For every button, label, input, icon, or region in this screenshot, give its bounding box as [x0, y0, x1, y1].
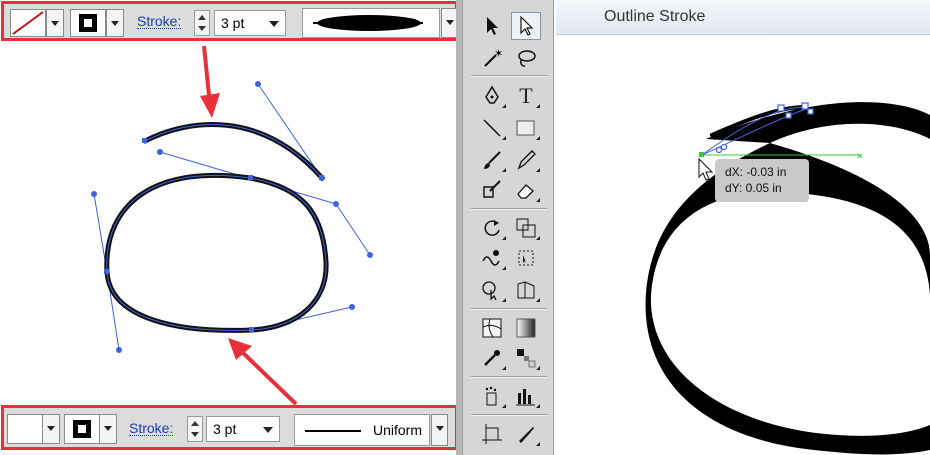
fill-dropdown-arrow[interactable]	[42, 414, 60, 444]
pencil-tool-icon[interactable]	[511, 146, 541, 174]
pen-tool-icon[interactable]	[477, 82, 507, 110]
eyedropper-tool-icon[interactable]	[477, 344, 507, 372]
stroke-weight-spinner[interactable]	[194, 10, 210, 36]
svg-text:✕: ✕	[856, 151, 864, 161]
document-title-bar: Outline Stroke	[556, 0, 930, 35]
direct-selection-tool-icon[interactable]	[511, 12, 541, 40]
blob-brush-tool-icon[interactable]	[477, 176, 507, 204]
annotation-arrows	[200, 45, 298, 406]
eraser-tool-icon[interactable]	[511, 176, 541, 204]
stroke-swatch[interactable]	[64, 414, 100, 444]
right-artboard[interactable]: ✕	[556, 35, 930, 455]
warp-tool-icon[interactable]	[477, 244, 507, 272]
lasso-tool-icon[interactable]	[511, 44, 541, 72]
stroke-dropdown-arrow[interactable]	[99, 414, 117, 444]
tools-panel: ✶ T	[456, 0, 554, 455]
shape-builder-tool-icon[interactable]	[477, 276, 507, 304]
rotate-tool-icon[interactable]	[477, 214, 507, 242]
left-artboard[interactable]	[0, 0, 460, 455]
scale-tool-icon[interactable]	[511, 214, 541, 242]
free-transform-tool-icon[interactable]	[511, 244, 541, 272]
stroke-dropdown-arrow[interactable]	[106, 9, 124, 37]
svg-text:✶: ✶	[494, 48, 503, 60]
tooltip-dx: dX: -0.03 in	[725, 165, 787, 179]
profile-dropdown-arrow[interactable]	[431, 414, 448, 446]
stroke-weight-spinner[interactable]	[187, 416, 203, 442]
fill-swatch-white[interactable]	[7, 414, 43, 444]
paintbrush-tool-icon[interactable]	[477, 146, 507, 174]
variable-width-profile[interactable]	[302, 8, 440, 38]
type-tool-icon[interactable]: T	[511, 82, 541, 110]
drag-offset-tooltip: dX: -0.03 in dY: 0.05 in	[715, 159, 809, 202]
cursor-pointer-icon	[698, 157, 714, 181]
gradient-tool-icon[interactable]	[511, 314, 541, 342]
slice-tool-icon[interactable]	[511, 420, 541, 448]
stroke-weight-field[interactable]: 3 pt	[214, 10, 286, 36]
symbol-sprayer-tool-icon[interactable]	[477, 382, 507, 410]
fill-dropdown-arrow[interactable]	[46, 9, 64, 37]
column-graph-tool-icon[interactable]	[511, 382, 541, 410]
profile-label: Uniform	[373, 422, 423, 438]
line-segment-tool-icon[interactable]	[477, 114, 507, 142]
bottom-control-bar: Stroke: 3 pt Uniform	[1, 405, 458, 450]
fill-swatch-none[interactable]	[10, 9, 46, 37]
selected-path[interactable]	[104, 122, 329, 333]
mesh-tool-icon[interactable]	[477, 314, 507, 342]
stroke-weight-field[interactable]: 3 pt	[206, 416, 280, 442]
document-title: Outline Stroke	[604, 8, 706, 25]
uniform-width-profile[interactable]: Uniform	[294, 414, 430, 446]
rectangle-tool-icon[interactable]	[511, 114, 541, 142]
top-control-bar: Stroke: 3 pt	[1, 1, 458, 41]
magic-wand-tool-icon[interactable]: ✶	[477, 44, 507, 72]
stroke-swatch[interactable]	[70, 9, 106, 37]
selection-tool-icon[interactable]	[477, 12, 507, 40]
perspective-grid-tool-icon[interactable]	[511, 276, 541, 304]
panel-grip[interactable]	[456, 0, 462, 455]
stroke-label[interactable]: Stroke:	[137, 14, 182, 29]
stroke-label[interactable]: Stroke:	[129, 421, 174, 436]
artboard-tool-icon[interactable]	[477, 420, 507, 448]
blend-tool-icon[interactable]	[511, 344, 541, 372]
tooltip-dy: dY: 0.05 in	[725, 181, 782, 195]
